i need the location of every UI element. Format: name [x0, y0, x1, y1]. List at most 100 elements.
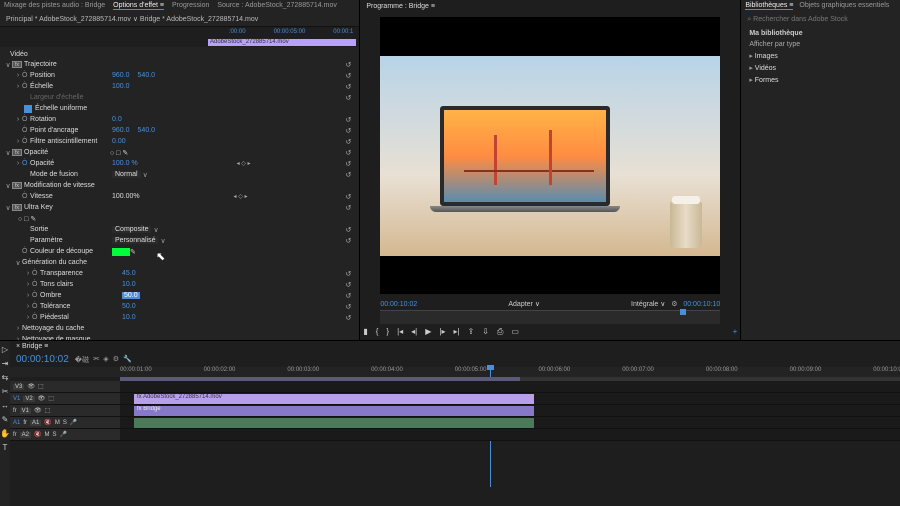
keyframe-nav[interactable]: ◂ ◇ ▸: [234, 193, 248, 200]
value-shadow[interactable]: 50.0: [122, 292, 140, 299]
type-tool-icon[interactable]: T: [3, 443, 8, 455]
fx-ultra-key[interactable]: Ultra Key: [24, 204, 106, 211]
twirl-icon[interactable]: ∨: [4, 204, 12, 212]
tab-audio-mix[interactable]: Mixage des pistes audio : Bridge: [4, 2, 105, 10]
eye-icon[interactable]: 👁: [38, 395, 46, 402]
fx-motion[interactable]: Trajectoire: [24, 61, 106, 68]
search-input[interactable]: ⌕ Rechercher dans Adobe Stock: [747, 16, 894, 24]
wrench-icon[interactable]: 🔧: [123, 355, 132, 365]
hand-tool-icon[interactable]: ✋: [0, 429, 10, 441]
effect-mini-timeline[interactable]: :00:00 00:00:05:00 00:00:1 AdobeStock_27…: [0, 27, 359, 47]
stopwatch-icon[interactable]: Ò: [22, 127, 30, 134]
tab-essential-graphics[interactable]: Objets graphiques essentiels: [799, 2, 889, 10]
reset-icon[interactable]: ↺: [345, 83, 351, 91]
reset-icon[interactable]: ↺: [345, 303, 351, 311]
twirl-icon[interactable]: ›: [24, 292, 32, 299]
twirl-icon[interactable]: ›: [24, 303, 32, 310]
reset-icon[interactable]: ↺: [345, 314, 351, 322]
linked-selection-icon[interactable]: ⫘: [93, 355, 99, 365]
zoom-fit-combo[interactable]: Adapter ∨: [508, 300, 540, 308]
mute-icon[interactable]: 🔇: [34, 431, 41, 438]
my-library-label[interactable]: Ma bibliothèque: [741, 28, 900, 39]
track-v2[interactable]: fx AdobeStock_272885714.mov: [120, 393, 900, 404]
combo-setting[interactable]: Personnalisé: [112, 237, 158, 244]
clip-v2[interactable]: fx AdobeStock_272885714.mov: [134, 394, 534, 404]
track-header-v3[interactable]: V3👁⬚: [10, 381, 120, 392]
fx-badge-icon[interactable]: fx: [12, 61, 22, 68]
mark-in-button[interactable]: {: [376, 327, 379, 337]
step-back-button[interactable]: ◂|: [411, 327, 417, 337]
snap-icon[interactable]: �磁: [75, 355, 89, 365]
mic-icon[interactable]: 🎤: [70, 419, 77, 426]
reset-icon[interactable]: ↺: [345, 171, 351, 179]
fx-badge-icon[interactable]: fx: [12, 149, 22, 156]
go-to-in-button[interactable]: |◂: [397, 327, 403, 337]
slip-tool-icon[interactable]: ↔: [1, 401, 9, 413]
mark-out-button[interactable]: }: [386, 327, 389, 337]
track-a1[interactable]: [120, 417, 900, 428]
reset-icon[interactable]: ↺: [345, 204, 351, 212]
stopwatch-icon[interactable]: Ò: [32, 292, 40, 299]
selection-tool-icon[interactable]: ▷: [2, 345, 8, 357]
twirl-icon[interactable]: ∨: [14, 259, 22, 267]
twirl-icon[interactable]: ›: [14, 336, 22, 340]
twirl-icon[interactable]: ›: [14, 138, 22, 145]
twirl-icon[interactable]: ›: [14, 325, 22, 332]
stopwatch-icon[interactable]: Ò: [32, 270, 40, 277]
stopwatch-icon[interactable]: Ò: [22, 83, 30, 90]
value-pos-x[interactable]: 960.0: [112, 72, 130, 79]
fx-badge-icon[interactable]: fx: [12, 204, 22, 211]
sequence-tab[interactable]: × Bridge ≡: [10, 341, 900, 352]
value-pos-y[interactable]: 540.0: [138, 72, 156, 79]
stopwatch-icon[interactable]: Ò: [22, 138, 30, 145]
value-tolerance[interactable]: 50.0: [122, 303, 136, 310]
group-matte-gen[interactable]: Génération du cache: [22, 259, 104, 266]
color-swatch[interactable]: [112, 248, 130, 256]
export-frame-button[interactable]: ⎙: [497, 327, 503, 337]
tab-source[interactable]: Source : AdobeStock_272885714.mov: [217, 2, 336, 10]
stopwatch-icon[interactable]: Ò: [32, 281, 40, 288]
eyedropper-icon[interactable]: ✎: [130, 248, 138, 256]
settings-icon[interactable]: ⚙: [113, 355, 119, 365]
reset-icon[interactable]: ↺: [345, 292, 351, 300]
stopwatch-icon[interactable]: Ò: [22, 116, 30, 123]
reset-icon[interactable]: ↺: [345, 94, 351, 102]
stopwatch-icon[interactable]: Ò: [22, 193, 30, 200]
mini-tl-clip[interactable]: AdobeStock_272885714.mov: [208, 39, 356, 46]
comparison-button[interactable]: ▭: [511, 327, 519, 337]
stopwatch-icon[interactable]: Ò: [32, 303, 40, 310]
track-header-v2[interactable]: V1V2👁⬚: [10, 393, 120, 404]
reset-icon[interactable]: ↺: [345, 149, 351, 157]
track-v3[interactable]: [120, 381, 900, 392]
reset-icon[interactable]: ↺: [345, 160, 351, 168]
playhead-icon[interactable]: [680, 309, 686, 315]
stopwatch-icon[interactable]: Ò: [22, 248, 30, 255]
checkbox-uniform[interactable]: [24, 105, 32, 113]
combo-blend-mode[interactable]: Normal: [112, 171, 141, 178]
twirl-icon[interactable]: ›: [24, 270, 32, 277]
tab-effect-options[interactable]: Options d'effet ≡: [113, 2, 164, 10]
program-tab[interactable]: Programme : Bridge ≡: [360, 0, 740, 13]
twirl-icon[interactable]: ›: [14, 83, 22, 90]
lib-item-videos[interactable]: Vidéos: [741, 62, 900, 74]
reset-icon[interactable]: ↺: [345, 116, 351, 124]
combo-output[interactable]: Composite: [112, 226, 151, 233]
twirl-icon[interactable]: ›: [14, 160, 22, 167]
group-matte-clean[interactable]: Nettoyage du cache: [22, 325, 104, 332]
mic-icon[interactable]: 🎤: [59, 431, 66, 438]
track-header-v1[interactable]: frV1👁⬚: [10, 405, 120, 416]
resolution-combo[interactable]: Intégrale ∨: [631, 301, 665, 308]
go-to-out-button[interactable]: ▸|: [454, 327, 460, 337]
mask-tools-icon[interactable]: ○ □ ✎: [110, 149, 128, 157]
fx-opacity[interactable]: Opacité: [24, 149, 106, 156]
eye-icon[interactable]: 👁: [27, 383, 35, 390]
twirl-icon[interactable]: ›: [24, 281, 32, 288]
value-anchor-y[interactable]: 540.0: [138, 127, 156, 134]
lib-item-shapes[interactable]: Formes: [741, 74, 900, 86]
stopwatch-icon[interactable]: Ò: [22, 160, 30, 167]
value-pedestal[interactable]: 10.0: [122, 314, 136, 321]
ripple-tool-icon[interactable]: ⇆: [2, 373, 9, 385]
value-highlight[interactable]: 10.0: [122, 281, 136, 288]
group-mask-clean[interactable]: Nettoyage de masque: [22, 336, 104, 340]
value-anchor-x[interactable]: 960.0: [112, 127, 130, 134]
